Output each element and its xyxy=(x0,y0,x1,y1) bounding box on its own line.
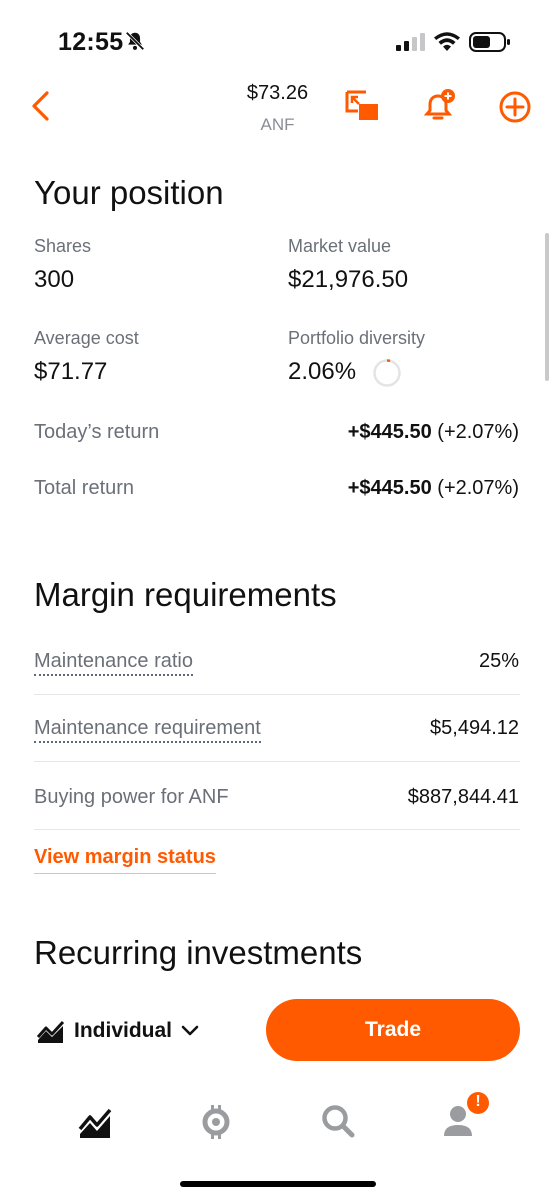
account-chart-icon xyxy=(36,1020,65,1043)
buying-power-label: Buying power for ANF xyxy=(34,786,229,808)
account-selector[interactable]: Individual xyxy=(36,1016,200,1046)
add-alert-bell-icon[interactable] xyxy=(423,87,459,123)
buying-power-value: $887,844.41 xyxy=(407,786,519,808)
portfolio-chart-icon[interactable] xyxy=(77,1105,113,1141)
maintenance-requirement-value: $5,494.12 xyxy=(430,717,519,739)
todays-return-value: +$445.50 (+2.07%) xyxy=(348,421,519,444)
chevron-down-icon xyxy=(181,1025,199,1036)
market-value: $21,976.50 xyxy=(288,266,409,293)
back-chevron-icon[interactable] xyxy=(28,90,54,122)
divider xyxy=(34,829,520,830)
maintenance-ratio-text: Maintenance ratio xyxy=(34,650,193,676)
maintenance-ratio-value: 25% xyxy=(478,650,519,672)
header-symbol: ANF xyxy=(260,115,295,134)
market-value-label: Market value xyxy=(288,236,392,256)
todays-return-percent: (+2.07%) xyxy=(437,421,519,443)
section-title-position: Your position xyxy=(34,174,224,211)
maintenance-ratio-label[interactable]: Maintenance ratio xyxy=(34,650,193,676)
total-return-amount: +$445.50 xyxy=(347,477,432,499)
total-return-value: +$445.50 (+2.07%) xyxy=(348,477,519,500)
total-return-label: Total return xyxy=(34,477,135,499)
total-return-percent: (+2.07%) xyxy=(437,477,519,499)
average-cost-value: $71.77 xyxy=(34,358,108,385)
bell-off-icon xyxy=(125,31,145,51)
wifi-icon xyxy=(434,32,460,51)
shares-label: Shares xyxy=(34,236,92,256)
search-icon[interactable] xyxy=(320,1103,356,1139)
battery-icon xyxy=(469,32,510,52)
portfolio-diversity-value: 2.06% xyxy=(288,358,357,385)
divider xyxy=(34,761,520,762)
account-label: Individual xyxy=(74,1019,173,1042)
todays-return-label: Today’s return xyxy=(34,421,160,443)
divider xyxy=(34,694,520,695)
todays-return-amount: +$445.50 xyxy=(347,421,432,443)
crypto-icon[interactable] xyxy=(198,1104,234,1140)
maintenance-requirement-text: Maintenance requirement xyxy=(34,717,261,743)
status-time: 12:55 xyxy=(58,28,124,56)
header-price: $73.26 xyxy=(246,82,309,104)
view-margin-status-link[interactable]: View margin status xyxy=(34,846,216,874)
cellular-signal-icon xyxy=(396,33,425,51)
maintenance-requirement-label[interactable]: Maintenance requirement xyxy=(34,717,261,743)
add-circle-icon[interactable] xyxy=(497,89,533,125)
home-indicator xyxy=(180,1181,376,1187)
trade-button[interactable]: Trade xyxy=(266,999,520,1061)
scrollbar[interactable] xyxy=(545,233,549,381)
notification-badge: ! xyxy=(475,1093,481,1110)
portfolio-diversity-label: Portfolio diversity xyxy=(288,328,426,348)
diversity-ring-icon xyxy=(373,359,401,387)
section-title-margin: Margin requirements xyxy=(34,576,337,613)
section-title-recurring: Recurring investments xyxy=(34,934,363,971)
shares-value: 300 xyxy=(34,266,75,293)
average-cost-label: Average cost xyxy=(34,328,139,348)
picture-in-picture-icon[interactable] xyxy=(344,89,380,125)
